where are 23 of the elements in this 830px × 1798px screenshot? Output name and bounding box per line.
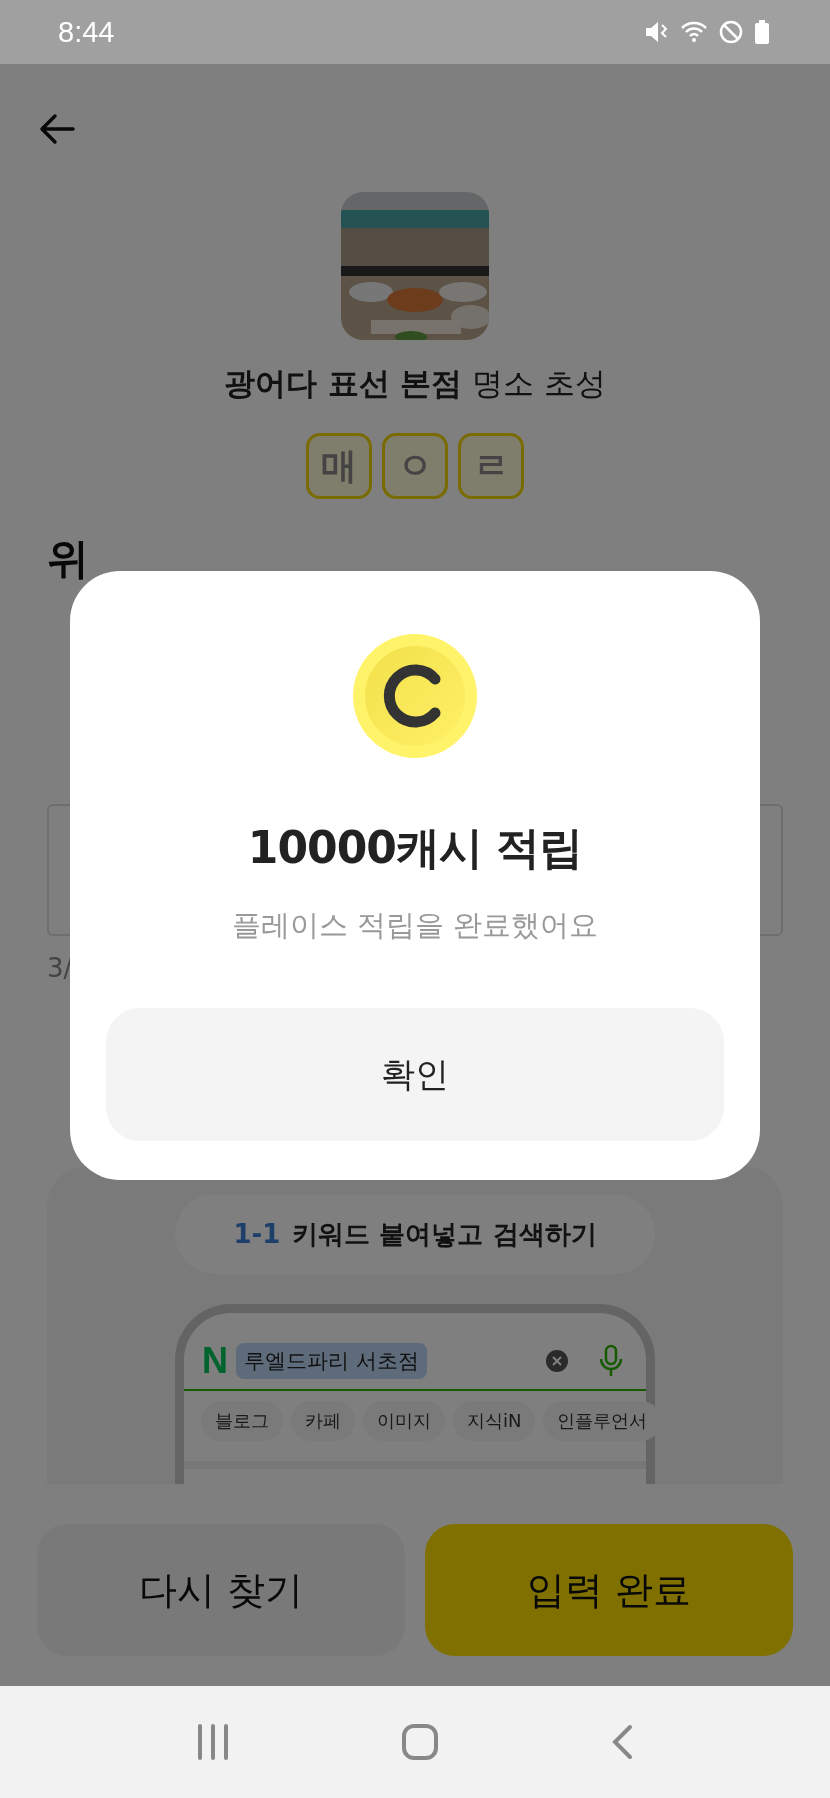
initial-tile: ㄹ [458,433,524,499]
retry-button[interactable]: 다시 찾기 [37,1524,405,1656]
back-icon[interactable] [610,1724,635,1760]
battery-icon [754,19,770,45]
wifi-icon [680,19,708,45]
dialog-title: 10000캐시 적립 [247,821,583,875]
question-heading: 위 [47,533,89,585]
step-title: 1-1 키워드 붙여넣고 검색하기 [175,1194,655,1274]
dialog-message: 플레이스 적립을 완료했어요 [231,907,599,944]
submit-button[interactable]: 입력 완료 [425,1524,793,1656]
status-time: 8:44 [58,15,115,49]
do-not-disturb-icon [718,19,744,45]
initial-tile: ㅇ [382,433,448,499]
mute-icon [644,19,670,45]
search-query: 루엘드파리 서초점 [236,1343,427,1379]
home-icon[interactable] [401,1723,439,1761]
place-title: 광어다 표선 본점 명소 초성 [222,366,608,400]
clear-icon [546,1350,568,1372]
confirm-button[interactable]: 확인 [106,1008,724,1141]
recent-apps-icon[interactable] [195,1724,230,1760]
initial-tile: 매 [306,433,372,499]
search-logo: N [202,1340,228,1382]
coin-icon [352,633,478,759]
